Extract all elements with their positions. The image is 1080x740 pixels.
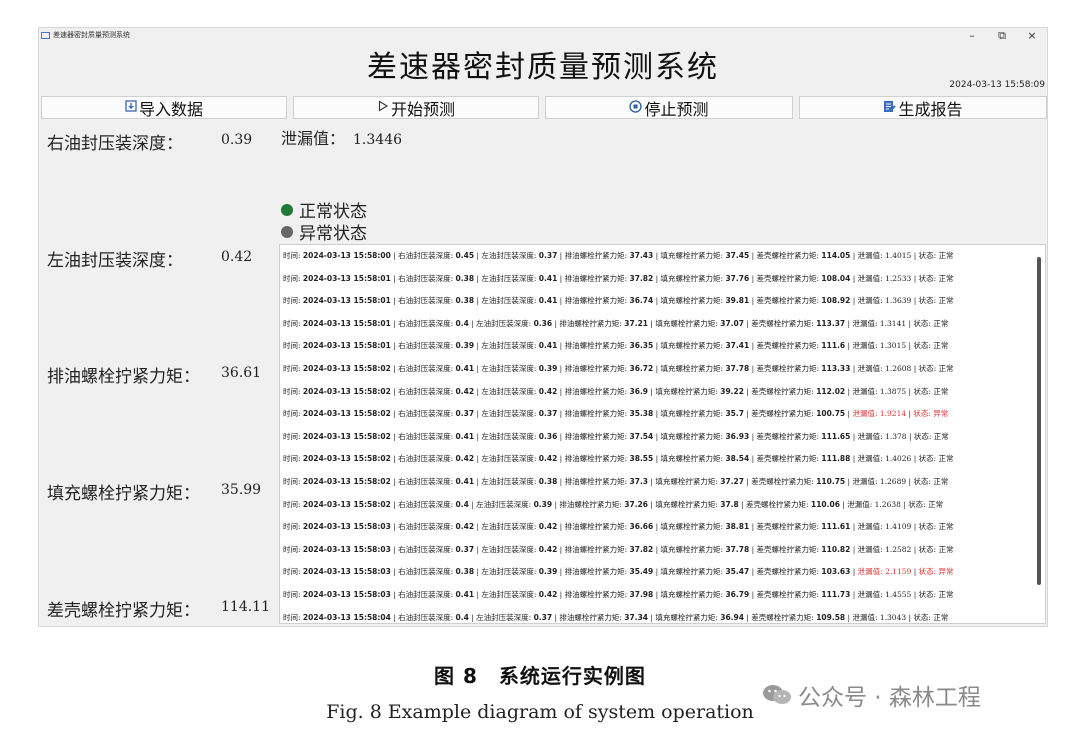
log-entry: 时间: 2024-03-13 15:58:03 | 右油封压装深度: 0.38 … bbox=[283, 567, 954, 577]
watermark: 公众号 · 森林工程 bbox=[762, 678, 981, 712]
log-entry: 时间: 2024-03-13 15:58:02 | 右油封压装深度: 0.41 … bbox=[283, 364, 954, 373]
stop-predict-label: 停止预测 bbox=[644, 99, 709, 119]
watermark-text: 公众号 · 森林工程 bbox=[798, 685, 981, 711]
app-window: 差速器密封质量预测系统 – ⧉ × 差速器密封质量预测系统 2024-03-13… bbox=[38, 27, 1048, 627]
window-title: 差速器密封质量预测系统 bbox=[53, 31, 130, 39]
toolbar: 导入数据 开始预测 停止预测 生成报告 bbox=[41, 96, 1047, 119]
param-case-bolt-torque: 差壳螺栓拧紧力矩： 114.11 bbox=[47, 596, 270, 621]
log-entry: 时间: 2024-03-13 15:58:01 | 右油封压装深度: 0.38 … bbox=[283, 273, 954, 283]
param-right-seal-depth: 右油封压装深度： 0.39 bbox=[47, 129, 252, 154]
play-icon bbox=[377, 100, 389, 115]
legend-abnormal: 异常状态 bbox=[281, 219, 367, 244]
leak-value-display: 泄漏值： 1.3446 bbox=[281, 125, 402, 149]
leak-value: 1.3446 bbox=[353, 132, 403, 148]
param-value: 35.99 bbox=[221, 482, 262, 498]
log-entry: 时间: 2024-03-13 15:58:01 | 右油封压装深度: 0.38 … bbox=[283, 296, 954, 306]
legend-abnormal-label: 异常状态 bbox=[299, 224, 367, 244]
param-label: 左油封压装深度： bbox=[47, 251, 183, 271]
import-icon bbox=[125, 100, 137, 115]
app-icon bbox=[41, 32, 50, 39]
log-entry: 时间: 2024-03-13 15:58:02 | 右油封压装深度: 0.41 … bbox=[283, 431, 949, 441]
log-entry: 时间: 2024-03-13 15:58:04 | 右油封压装深度: 0.4 |… bbox=[283, 612, 949, 622]
log-entry: 时间: 2024-03-13 15:58:00 | 右油封压装深度: 0.45 … bbox=[283, 251, 954, 260]
param-drain-bolt-torque: 排油螺栓拧紧力矩： 36.61 bbox=[47, 362, 261, 387]
abnormal-status-dot-icon bbox=[281, 225, 293, 238]
param-value: 114.11 bbox=[221, 599, 270, 615]
log-entry: 时间: 2024-03-13 15:58:02 | 右油封压装深度: 0.42 … bbox=[283, 386, 949, 396]
log-entry: 时间: 2024-03-13 15:58:02 | 右油封压装深度: 0.42 … bbox=[283, 454, 954, 464]
generate-report-label: 生成报告 bbox=[898, 99, 963, 119]
wechat-icon bbox=[762, 683, 792, 707]
param-value: 0.42 bbox=[221, 249, 253, 265]
normal-status-dot-icon bbox=[281, 203, 293, 216]
param-value: 0.39 bbox=[221, 132, 253, 148]
log-entry: 时间: 2024-03-13 15:58:03 | 右油封压装深度: 0.37 … bbox=[283, 544, 954, 554]
log-scrollbar[interactable] bbox=[1037, 257, 1041, 585]
log-entry: 时间: 2024-03-13 15:58:03 | 右油封压装深度: 0.41 … bbox=[283, 590, 954, 599]
page-title: 差速器密封质量预测系统 bbox=[367, 50, 719, 85]
log-entry: 时间: 2024-03-13 15:58:02 | 右油封压装深度: 0.4 |… bbox=[283, 499, 944, 509]
param-label: 右油封压装深度： bbox=[47, 134, 183, 154]
import-data-label: 导入数据 bbox=[138, 99, 203, 119]
parameter-panel: 右油封压装深度： 0.39 左油封压装深度： 0.42 排油螺栓拧紧力矩： 36… bbox=[41, 122, 279, 624]
datetime-display: 2024-03-13 15:58:09 bbox=[949, 80, 1045, 90]
leak-label: 泄漏值： bbox=[281, 129, 346, 148]
stop-icon bbox=[629, 99, 643, 116]
report-icon bbox=[883, 100, 897, 116]
param-left-seal-depth: 左油封压装深度： 0.42 bbox=[47, 246, 252, 271]
param-fill-bolt-torque: 填充螺栓拧紧力矩： 35.99 bbox=[47, 479, 261, 504]
param-label: 差壳螺栓拧紧力矩： bbox=[47, 601, 200, 621]
log-entry: 时间: 2024-03-13 15:58:02 | 右油封压装深度: 0.41 … bbox=[283, 477, 949, 486]
start-predict-label: 开始预测 bbox=[390, 99, 455, 119]
param-value: 36.61 bbox=[221, 365, 262, 381]
stop-predict-button[interactable]: 停止预测 bbox=[545, 96, 793, 119]
param-label: 排油螺栓拧紧力矩： bbox=[47, 367, 200, 387]
log-entry: 时间: 2024-03-13 15:58:02 | 右油封压装深度: 0.37 … bbox=[283, 409, 949, 419]
generate-report-button[interactable]: 生成报告 bbox=[799, 96, 1047, 119]
log-list[interactable]: 时间: 2024-03-13 15:58:00 | 右油封压装深度: 0.45 … bbox=[279, 244, 1046, 624]
param-label: 填充螺栓拧紧力矩： bbox=[47, 484, 200, 504]
log-entry: 时间: 2024-03-13 15:58:03 | 右油封压装深度: 0.42 … bbox=[283, 522, 954, 532]
log-entry: 时间: 2024-03-13 15:58:01 | 右油封压装深度: 0.4 |… bbox=[283, 318, 949, 328]
start-predict-button[interactable]: 开始预测 bbox=[293, 96, 539, 119]
import-data-button[interactable]: 导入数据 bbox=[41, 96, 287, 119]
log-entry: 时间: 2024-03-13 15:58:01 | 右油封压装深度: 0.39 … bbox=[283, 341, 949, 351]
